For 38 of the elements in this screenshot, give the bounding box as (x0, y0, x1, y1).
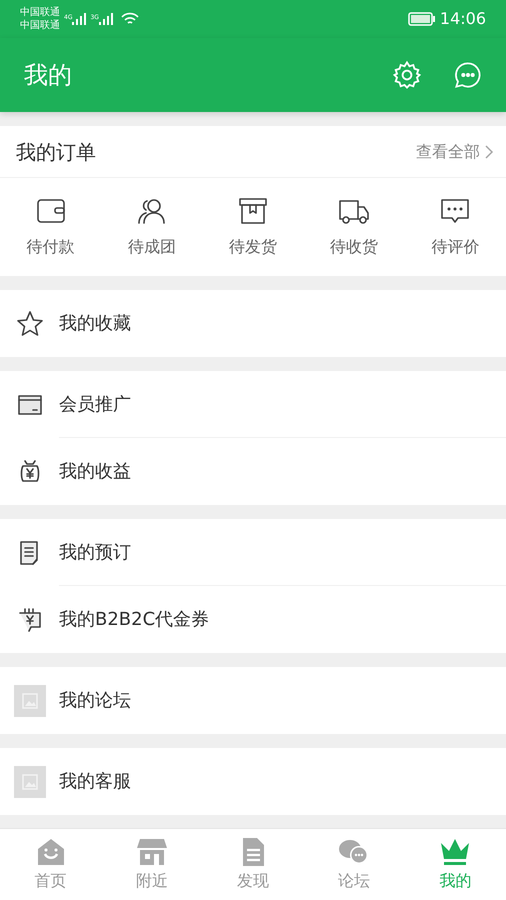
order-status-button[interactable]: 待收货 (304, 178, 405, 276)
chevron-icon (484, 144, 494, 160)
order-status-button[interactable]: 待成团 (101, 178, 202, 276)
battery-icon (408, 12, 436, 26)
menu-label: 我的收益 (59, 460, 131, 484)
menu-label: 会员推广 (59, 392, 131, 416)
menu-item[interactable]: 我的收益 (0, 438, 506, 505)
order-status-button[interactable]: 待发货 (202, 178, 304, 276)
box-icon (236, 195, 269, 227)
page-title: 我的 (24, 60, 73, 91)
order-status-button[interactable]: 待付款 (0, 178, 102, 276)
signal-icon (72, 13, 86, 25)
menu-item[interactable]: 我的B2B2C代金券 (0, 586, 506, 653)
menu-item[interactable]: 我的论坛 (0, 667, 506, 734)
carrier-label: 中国联通 (20, 6, 60, 19)
clock: 14:06 (440, 8, 486, 30)
star-icon (16, 310, 44, 338)
menu-item[interactable]: 会员推广 (0, 371, 506, 438)
menu-item[interactable]: 我的预订 (0, 519, 506, 586)
menu-label: 我的客服 (59, 770, 131, 794)
order-status-button[interactable]: 待评价 (404, 178, 506, 276)
menu-item[interactable]: 我的收藏 (0, 290, 506, 357)
menu-label: 我的B2B2C代金券 (59, 608, 210, 632)
menu-label: 我的预订 (59, 540, 131, 564)
menu-item[interactable]: 我的客服 (0, 748, 506, 815)
carrier-label: 中国联通 (20, 19, 60, 32)
wifi-icon (120, 12, 139, 26)
section-title: 我的订单 (16, 138, 97, 166)
signal-icon (98, 13, 113, 25)
menu-label: 我的论坛 (59, 689, 131, 713)
messages-button[interactable] (454, 61, 482, 89)
image-placeholder-icon (14, 766, 46, 798)
view-all-link[interactable]: 查看全部 (416, 140, 494, 164)
crown-icon (439, 836, 472, 866)
settings-button[interactable] (392, 60, 422, 90)
shop-icon (136, 836, 168, 866)
image-placeholder-icon (14, 684, 46, 716)
menu-label: 我的收藏 (59, 312, 131, 336)
